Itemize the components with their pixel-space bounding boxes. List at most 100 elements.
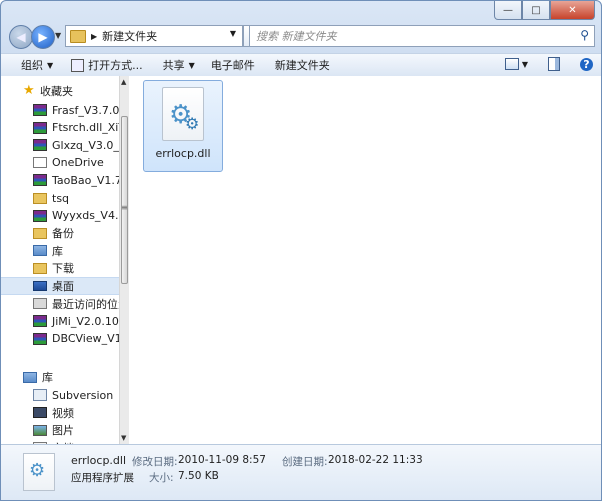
picture-icon [33, 424, 47, 436]
open-with-label: 打开方式... [88, 59, 143, 72]
breadcrumb-current-folder[interactable]: 新建文件夹 [102, 28, 157, 44]
library-icon [33, 245, 47, 257]
nav-item[interactable]: 视频 [1, 404, 119, 422]
search-input[interactable]: 搜索 新建文件夹 ⚲ [249, 25, 595, 47]
view-dropdown-icon[interactable]: ▼ [522, 60, 528, 69]
nav-item-label: Frasf_V3.7.0.0_X [52, 103, 119, 117]
chevron-down-icon: ▼ [47, 60, 54, 70]
email-label: 电子邮件 [210, 59, 255, 72]
address-dropdown-icon[interactable]: ▼ [230, 29, 236, 38]
minimize-button[interactable]: — [494, 1, 522, 20]
nav-item-label: Glxzq_V3.0_XiTo [52, 138, 119, 152]
caption-buttons: — □ ✕ [494, 1, 595, 21]
scroll-up-icon[interactable]: ▲ [121, 78, 126, 86]
nav-item-label: 最近访问的位置 [52, 297, 119, 311]
scroll-down-icon[interactable]: ▼ [121, 434, 126, 442]
details-modified-value: 2010-11-09 8:57 [178, 454, 266, 466]
help-icon[interactable]: ? [580, 57, 593, 71]
email-button[interactable]: 电子邮件 [204, 57, 262, 73]
address-row: ◀ ▶ ▼ ▶ 新建文件夹 ▼ ↻ 搜索 新建文件夹 ⚲ [7, 25, 595, 49]
details-file-name: errlocp.dll [71, 454, 127, 467]
nav-item[interactable]: Ftsrch.dll_XiTon [1, 119, 119, 137]
open-with-button[interactable]: 打开方式... [64, 57, 150, 73]
organize-button[interactable]: 组织 ▼ [14, 57, 60, 73]
nav-item-label: DBCView_V1.1_ [52, 332, 119, 346]
forward-arrow-icon: ▶ [38, 30, 48, 44]
nav-favorites-header[interactable]: ★ 收藏夹 [1, 82, 119, 100]
nav-item-label: Ftsrch.dll_XiTon [52, 121, 119, 135]
search-icon[interactable]: ⚲ [580, 28, 589, 42]
nav-item[interactable]: 最近访问的位置 [1, 295, 119, 313]
download-icon [33, 262, 47, 274]
nav-item-label: 视频 [52, 406, 74, 420]
nav-item-label: 下载 [52, 262, 74, 276]
nav-item[interactable]: tsq [1, 189, 119, 207]
recent-icon [33, 298, 47, 310]
rar-icon [33, 104, 47, 116]
folder-icon [70, 29, 86, 43]
rar-icon [33, 332, 47, 345]
nav-item[interactable]: 备份 [1, 224, 119, 242]
file-list[interactable]: ⚙ ⚙ errlocp.dll [129, 76, 601, 444]
gear-icon: ⚙ [29, 460, 46, 481]
nav-item[interactable]: Wyyxds_V4.1.1. [1, 207, 119, 225]
nav-item-label: tsq [52, 191, 70, 205]
details-file-type: 应用程序扩展 [71, 472, 134, 484]
breadcrumb-separator-icon[interactable]: ▶ [91, 32, 97, 41]
navigation-pane: ★ 收藏夹 Frasf_V3.7.0.0_X Ftsrch.dll_XiTon Gl… [1, 76, 119, 444]
nav-item[interactable]: 图片 [1, 421, 119, 439]
change-view-icon[interactable] [504, 58, 519, 70]
rar-icon [33, 121, 47, 134]
nav-item[interactable]: TaoBao_V1.7.8. [1, 171, 119, 189]
rar-icon [33, 315, 47, 328]
nav-item[interactable]: 库 [1, 242, 119, 260]
video-icon [33, 407, 47, 419]
star-icon: ★ [23, 83, 35, 98]
nav-item[interactable]: 下载 [1, 259, 119, 277]
desktop-icon [33, 281, 47, 291]
new-folder-button[interactable]: 新建文件夹 [268, 57, 337, 73]
back-button[interactable]: ◀ [9, 25, 33, 49]
nav-item-label: JiMi_V2.0.10.24 [52, 314, 119, 328]
svn-icon [33, 389, 47, 401]
nav-scrollbar[interactable]: ▲ ≡ ▼ [119, 76, 129, 444]
dll-gear-icon: ⚙ [23, 453, 55, 491]
nav-library-label: 库 [42, 371, 53, 384]
details-created-label: 创建日期: [282, 456, 328, 468]
file-item[interactable]: ⚙ ⚙ errlocp.dll [143, 80, 223, 172]
recent-pages-dropdown-icon[interactable]: ▼ [55, 31, 61, 40]
details-size-label: 大小: [149, 472, 174, 484]
maximize-button[interactable]: □ [522, 1, 550, 20]
explorer-window: — □ ✕ ◀ ▶ ▼ ▶ 新建文件夹 ▼ ↻ 搜索 新建文件夹 ⚲ 组织 ▼ 打… [0, 0, 602, 501]
onedrive-icon [33, 157, 47, 169]
nav-item-label: TaoBao_V1.7.8. [52, 173, 119, 187]
nav-item[interactable]: Glxzq_V3.0_XiTo [1, 136, 119, 154]
preview-pane-icon[interactable] [548, 57, 560, 71]
nav-item[interactable]: DBCView_V1.1_ [1, 330, 119, 348]
nav-item-label: 库 [52, 244, 63, 258]
nav-library-header[interactable]: 库 [1, 368, 119, 386]
nav-item[interactable]: JiMi_V2.0.10.24 [1, 312, 119, 330]
share-label: 共享 [162, 59, 185, 72]
nav-item[interactable]: Frasf_V3.7.0.0_X [1, 101, 119, 119]
file-name: errlocp.dll [155, 147, 211, 160]
rar-icon [33, 174, 47, 187]
share-button[interactable]: 共享 ▼ [156, 57, 202, 73]
new-folder-label: 新建文件夹 [274, 59, 330, 72]
forward-button[interactable]: ▶ [31, 25, 55, 49]
library-icon [23, 371, 37, 383]
folder-icon [33, 227, 47, 239]
dll-gear-icon: ⚙ ⚙ [162, 87, 204, 141]
nav-item-label: 图片 [52, 424, 74, 438]
nav-item-label: Wyyxds_V4.1.1. [52, 209, 119, 223]
details-pane: ⚙ errlocp.dll 应用程序扩展 修改日期: 2010-11-09 8:… [1, 444, 601, 500]
nav-item[interactable]: Subversion [1, 386, 119, 404]
nav-item[interactable]: OneDrive [1, 154, 119, 172]
nav-item[interactable]: 桌面 [1, 277, 119, 295]
nav-item-label: Subversion [52, 388, 114, 402]
rar-icon [33, 209, 47, 222]
scrollbar-thumb[interactable] [121, 116, 128, 284]
close-button[interactable]: ✕ [550, 1, 595, 20]
address-bar[interactable]: ▶ 新建文件夹 ▼ [65, 25, 243, 47]
folder-icon [33, 192, 47, 204]
